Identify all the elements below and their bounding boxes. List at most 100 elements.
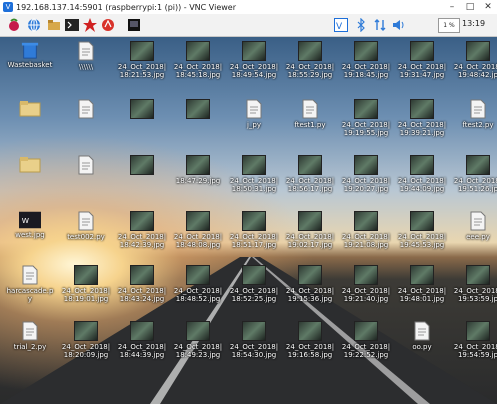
desktop-icon[interactable]: 24_Oct_2018| 18:50:31.jpg [224,155,284,193]
vnc-server-icon[interactable]: V [333,17,349,33]
desktop-icon[interactable]: 24_Oct_2018| 18:42:39.jpg [112,211,172,249]
desktop-icon[interactable]: Wwest.jpg [0,211,60,239]
desktop-icon[interactable]: 24_Oct_2018| 19:51:26.jp [448,155,497,193]
desktop-icon[interactable]: 24_Oct_2018| 19:02:17.jpg [280,211,340,249]
desktop-icon-label: west.jpg [15,231,45,239]
desktop-icon-label: 24_Oct_2018| 18:48:52.jpg [173,287,223,303]
image-thumbnail-icon [130,99,154,119]
desktop-icon[interactable]: 24_Oct_2018| 19:21:08.jpg [336,211,396,249]
desktop-icon-label: 24_Oct_2018| 18:50:31.jpg [229,177,279,193]
desktop-icon[interactable]: 24_Oct_2018| 19:48:42.jp [448,41,497,79]
volume-icon[interactable] [391,17,407,33]
desktop-icon-label: 24_Oct_2018| 18:45:18.jpg [173,63,223,79]
text-file-icon [470,211,486,231]
desktop-icon[interactable]: 24_Oct_2018| 19:45:53.jpg [392,211,452,249]
desktop-icon-label: eee.py [466,233,490,241]
browser-globe-icon[interactable] [26,17,42,33]
desktop-icon[interactable]: 24_Oct_2018| 18:55:29.jpg [280,41,340,79]
desktop-icon[interactable] [168,99,228,121]
desktop-icon[interactable]: j_py [224,99,284,129]
desktop-icon[interactable]: ftest2.py [448,99,497,129]
desktop-icon-label: 24_Oct_2018| 18:51:17.jpg [229,233,279,249]
desktop-icon-label: 24_Oct_2018| 19:51:26.jp [453,177,497,193]
desktop-icon-label: 24_Oct_2018| 19:21:40.jpg [341,287,391,303]
desktop-icon[interactable]: 24_Oct_2018| 19:31:47.jpg [392,41,452,79]
maximize-button[interactable]: □ [461,0,479,14]
desktop-icon-label: 24_Oct_2018| 18:42:39.jpg [117,233,167,249]
desktop-icon[interactable]: 24_Oct_2018| 19:19:55.jpg [336,99,396,137]
vnc-window-icon[interactable] [126,17,142,33]
desktop-icon[interactable]: 24_Oct_2018| 19:18:45.jpg [336,41,396,79]
desktop-icon[interactable]: 24_Oct_2018| 18:48:08.jpg [168,211,228,249]
desktop-icon[interactable]: 24_Oct_2018| 18:51:17.jpg [224,211,284,249]
desktop-icon[interactable]: 24_Oct_2018| 18:48:52.jpg [168,265,228,303]
wolfram-icon[interactable] [100,17,116,33]
text-file-icon [78,41,94,61]
desktop-icon[interactable]: trial_2.py [0,321,60,351]
desktop-icon[interactable]: 24_Oct_2018| 18:49:54.jpg [224,41,284,79]
desktop-icon[interactable]: 24_Oct_2018| 19:16:58.jpg [280,321,340,359]
svg-text:W: W [22,216,29,225]
desktop-icon[interactable]: 24_Oct_2018| 19:53:59.jp [448,265,497,303]
desktop-icon[interactable] [112,99,172,121]
desktop-icon[interactable]: 24_Oct_2018| 19:15:36.jpg [280,265,340,303]
image-thumbnail-icon [242,265,266,285]
terminal-icon[interactable] [64,17,80,33]
desktop-icon[interactable]: 24_Oct_2018| 18:45:18.jpg [168,41,228,79]
desktop-icon[interactable]: 24_Oct_2018| 19:54:59.jp [448,321,497,359]
desktop-icon[interactable]: 24_Oct_2018| 18:19:01.jpg [56,265,116,303]
panel-clock[interactable]: 13:19 [462,19,485,28]
desktop-icon[interactable]: 24_Oct_2018| 19:20:27.jpg [336,155,396,193]
desktop-icon[interactable]: 24_Oct_2018| 19:22:52.jpg [336,321,396,359]
desktop-icon[interactable] [0,99,60,119]
desktop-icon[interactable]: 24_Oct_2018| 19:21:40.jpg [336,265,396,303]
desktop-icon[interactable]: 24_Oct_2018| 18:43:24.jpg [112,265,172,303]
desktop-icon-label: 24_Oct_2018| 19:45:53.jpg [397,233,447,249]
desktop-icon[interactable]: eee.py [448,211,497,241]
image-thumbnail-icon [354,155,378,175]
desktop-icon[interactable]: 24_Oct_2018| 19:48:01.jpg [392,265,452,303]
desktop-icon[interactable]: 24_Oct_2018| 18:56:17.jpg [280,155,340,193]
desktop-icon[interactable]: 24_Oct_2018| 18:49:23.jpg [168,321,228,359]
image-thumbnail-icon [298,155,322,175]
image-thumbnail-icon [410,155,434,175]
desktop-icon[interactable]: 24_Oct_2018| 18:20:09.jpg [56,321,116,359]
bluetooth-icon[interactable] [353,17,369,33]
desktop-icon[interactable] [0,155,60,175]
image-thumbnail-icon [410,265,434,285]
desktop-icon[interactable]: 24_Oct_2018| 19:39:21.jpg [392,99,452,137]
desktop-icon[interactable]: 24_Oct_2018| 18:44:39.jpg [112,321,172,359]
desktop-icon[interactable]: harcascade.p y [0,265,60,303]
desktop-icon-label: 24_Oct_2018| 18:52:25.jpg [229,287,279,303]
desktop-background[interactable]: Wastebasket \\\\\\ 24_Oct_2018| 18:21:53.j… [0,37,497,404]
network-arrows-icon[interactable] [372,17,388,33]
desktop-icon[interactable]: \\\\\\ [56,41,116,71]
desktop-icon[interactable]: oo.py [392,321,452,351]
file-manager-icon[interactable] [46,17,62,33]
wastebasket-icon [21,42,39,59]
desktop-icon-label: Wastebasket [7,61,53,69]
close-button[interactable]: ✕ [479,0,497,14]
volume-badge[interactable]: 1 % [438,18,460,33]
desktop-icon-label: 24_Oct_2018| 19:31:47.jpg [397,63,447,79]
image-thumbnail-icon [298,211,322,231]
desktop-icon[interactable]: Wastebasket [0,41,60,69]
desktop-icon[interactable]: ftest1.py [280,99,340,129]
text-file-icon [246,99,262,119]
desktop-icon[interactable]: 24_Oct_2018| 19:44:09.jpg [392,155,452,193]
desktop-icon[interactable]: 18:47:29.jpg [168,155,228,185]
desktop-icon[interactable]: test002.py [56,211,116,241]
desktop-icon[interactable] [112,155,172,177]
image-thumbnail-icon [298,321,322,341]
desktop-icon-label: ftest2.py [462,121,494,129]
desktop-icon-label: 24_Oct_2018| 19:53:59.jp [453,287,497,303]
window-titlebar[interactable]: V 192.168.137.14:5901 (raspberrypi:1 (pi… [0,0,497,15]
desktop-icon[interactable] [56,99,116,121]
minimize-button[interactable]: – [443,0,461,14]
desktop-icon[interactable]: 24_Oct_2018| 18:21:53.jpg [112,41,172,79]
raspberry-menu-icon[interactable] [6,17,22,33]
desktop-icon[interactable] [56,155,116,177]
desktop-icon[interactable]: 24_Oct_2018| 18:54:30.jpg [224,321,284,359]
burst-app-icon[interactable] [82,17,98,33]
desktop-icon[interactable]: 24_Oct_2018| 18:52:25.jpg [224,265,284,303]
